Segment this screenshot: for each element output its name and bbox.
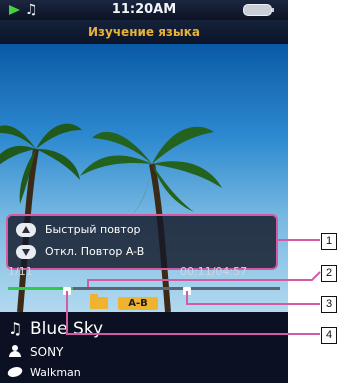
menu-item-quick-replay[interactable]: Быстрый повтор [14,221,270,241]
album-icon [6,367,24,377]
artist-name: SONY [30,345,64,359]
battery-icon [243,4,274,16]
track-counter: 1/11 [8,265,33,278]
menu-item-label: Откл. Повтор A-B [45,245,145,258]
app-title: Изучение языка [0,20,288,44]
progress-bar[interactable] [8,287,280,290]
context-menu-panel: Быстрый повтор Откл. Повтор A-B [6,214,278,270]
music-note-icon: ♫ [8,319,23,338]
callout-2: 2 [321,265,337,282]
song-row: ♫ Blue Sky [8,318,103,340]
status-bar: ♫ 11:20AM [0,0,288,20]
song-title: Blue Sky [30,319,104,339]
folder-icon [90,294,108,309]
artist-row: SONY [8,344,63,360]
artist-icon [8,345,22,357]
menu-item-label: Быстрый повтор [45,223,141,236]
album-row: Walkman [6,365,81,381]
up-key-icon [16,223,36,237]
repeat-point-a-marker [63,287,71,295]
menu-item-ab-repeat-off[interactable]: Откл. Повтор A-B [14,243,270,263]
callout-3: 3 [321,296,337,313]
elapsed-total-time: 00:11/04:57 [180,265,248,278]
down-key-icon [16,245,36,259]
callout-4: 4 [321,327,337,344]
callout-1: 1 [321,233,337,250]
album-name: Walkman [30,366,81,379]
ab-repeat-badge: A-B [118,297,158,310]
player-screen: ♫ 11:20AM Изучение языка Быстрый повтор … [0,0,288,383]
repeat-point-b-marker [183,287,191,295]
